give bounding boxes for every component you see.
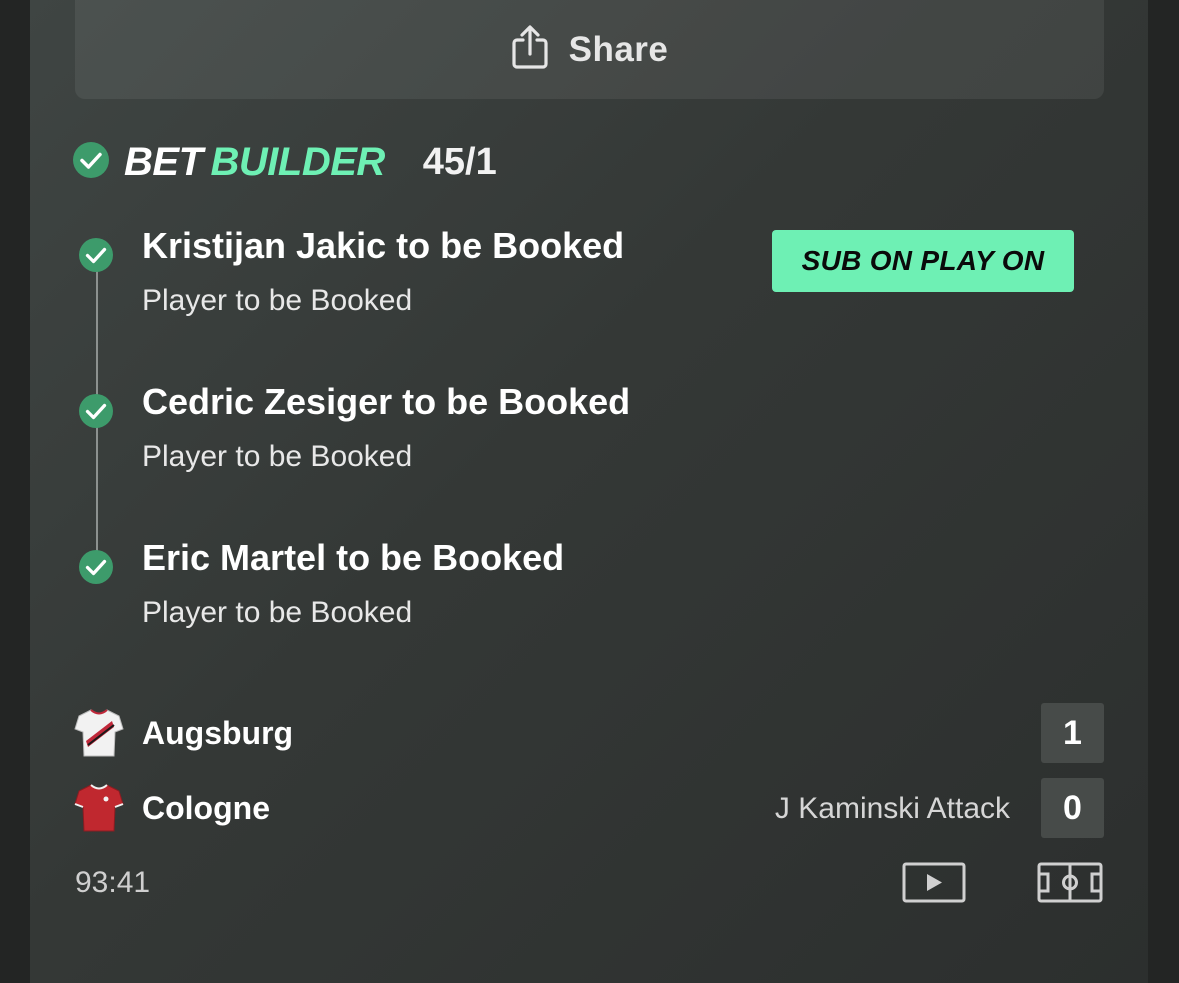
away-team-row: Cologne J Kaminski Attack 0 (74, 778, 1104, 838)
match-clock: 93:41 (75, 866, 151, 899)
share-label: Share (568, 29, 669, 69)
video-play-icon[interactable] (902, 862, 966, 909)
bet-builder-title: BET BUILDER (124, 139, 385, 184)
selection-market: Player to be Booked (142, 596, 413, 629)
away-team-name: Cologne (142, 790, 270, 826)
share-button[interactable]: Share (75, 0, 1104, 99)
away-score: 0 (1041, 778, 1104, 838)
check-icon (78, 237, 114, 278)
selection-title: Cedric Zesiger to be Booked (142, 381, 631, 422)
sub-on-play-on-badge: SUB ON PLAY ON (772, 230, 1074, 292)
home-team-row: Augsburg 1 (74, 703, 1104, 763)
home-team-name: Augsburg (142, 715, 294, 751)
pitch-icon[interactable] (1037, 862, 1103, 909)
bet-builder-header: BET BUILDER 45/1 (72, 138, 497, 186)
bet-odds: 45/1 (422, 140, 497, 183)
selection-market: Player to be Booked (142, 440, 413, 473)
selection-item: Kristijan Jakic to be Booked Player to b… (78, 225, 778, 325)
home-shirt-icon (74, 707, 124, 764)
home-score: 1 (1041, 703, 1104, 763)
check-icon (78, 393, 114, 434)
bet-card: Share BET BUILDER 45/1 Kristijan Jakic to… (30, 0, 1148, 983)
selection-title: Eric Martel to be Booked (142, 537, 565, 578)
selection-item: Eric Martel to be Booked Player to be Bo… (78, 537, 778, 637)
live-event-text: J Kaminski Attack (774, 792, 1010, 825)
share-icon (511, 24, 549, 75)
selection-title: Kristijan Jakic to be Booked (142, 225, 625, 266)
selection-item: Cedric Zesiger to be Booked Player to be… (78, 381, 778, 481)
check-icon (78, 549, 114, 590)
check-icon (72, 141, 110, 184)
away-shirt-icon (74, 782, 124, 839)
selection-market: Player to be Booked (142, 284, 413, 317)
